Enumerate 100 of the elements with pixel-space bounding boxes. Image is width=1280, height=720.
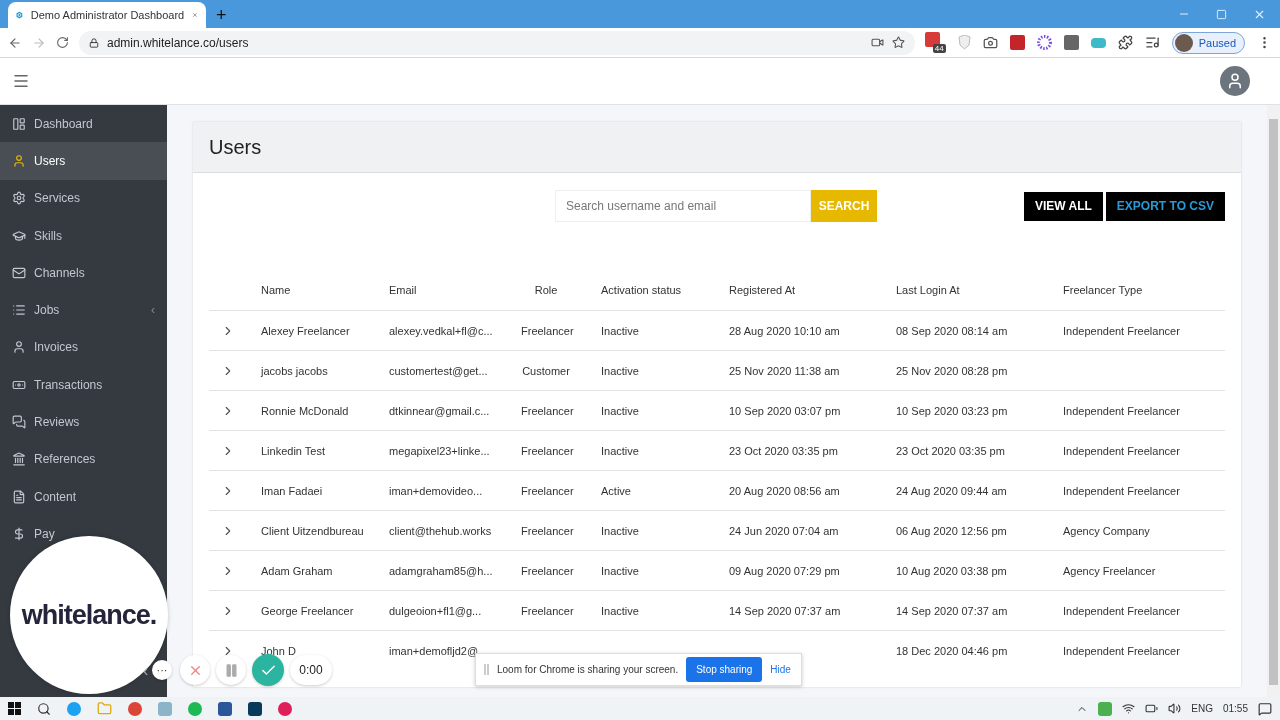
table-cell: 24 Aug 2020 09:44 am — [896, 484, 1007, 497]
taskbar-app-icon[interactable] — [218, 701, 232, 716]
puzzle-icon[interactable] — [1117, 35, 1133, 50]
column-header: Email — [389, 284, 417, 296]
table-cell: Freelancer — [521, 604, 574, 617]
table-cell: 08 Sep 2020 08:14 am — [896, 324, 1008, 337]
table-cell: Agency Company — [1063, 524, 1150, 537]
sidebar-item[interactable]: Users — [0, 142, 167, 180]
sidebar-item[interactable]: References — [0, 440, 167, 478]
table-cell: customertest@get... — [389, 364, 488, 377]
search-field[interactable]: Search username and email — [555, 190, 811, 222]
table-cell: 23 Oct 2020 03:35 pm — [729, 444, 838, 457]
table-cell: Alexey Freelancer — [261, 324, 350, 337]
table-cell: client@thehub.works — [389, 524, 492, 537]
table-cell: 06 Aug 2020 12:56 pm — [896, 524, 1007, 537]
stop-sharing-button[interactable]: Stop sharing — [686, 657, 763, 682]
table-cell: jacobs jacobs — [261, 364, 328, 377]
table-cell: adamgraham85@h... — [389, 564, 493, 577]
browser-icon[interactable] — [128, 701, 142, 716]
drag-handle-icon[interactable] — [484, 664, 489, 675]
table-cell: 14 Sep 2020 07:37 am — [896, 604, 1008, 617]
column-header: Name — [261, 284, 291, 296]
browser-tab[interactable]: Demo Administrator Dashboard — [8, 2, 206, 28]
table-cell: Customer — [522, 364, 570, 377]
table-cell: 10 Sep 2020 03:07 pm — [729, 404, 841, 417]
lock-icon — [89, 37, 99, 48]
pause-icon — [223, 662, 239, 678]
volume-icon[interactable] — [1168, 702, 1182, 715]
sidebar-item-icon — [12, 340, 26, 355]
battery-icon[interactable] — [1145, 702, 1159, 715]
windows-start-icon[interactable] — [8, 702, 21, 715]
table-cell: dtkinnear@gmail.c... — [389, 404, 490, 417]
table-cell: Freelancer — [521, 324, 574, 337]
reload-icon[interactable] — [56, 36, 69, 49]
sidebar-item[interactable]: Invoices — [0, 328, 167, 367]
sidebar-item[interactable]: Transactions — [0, 366, 167, 404]
table-cell: Independent Freelancer — [1063, 444, 1180, 457]
sidebar-item-icon — [12, 153, 26, 168]
sidebar-item[interactable]: Channels — [0, 254, 167, 292]
profile-button[interactable]: Paused — [1171, 31, 1245, 54]
export-csv-button[interactable]: EXPORT TO CSV — [1105, 191, 1225, 221]
caret-icon: ‹ — [151, 303, 155, 318]
table-cell: 09 Aug 2020 07:29 pm — [729, 564, 840, 577]
table-cell: Ronnie McDonald — [261, 404, 349, 417]
column-header: Activation status — [601, 284, 682, 296]
scrollbar[interactable] — [1267, 105, 1280, 697]
sidebar-item[interactable]: Reviews — [0, 403, 167, 441]
back-icon[interactable] — [8, 35, 22, 50]
menu-icon[interactable] — [12, 72, 30, 90]
sidebar-item[interactable]: Skills — [0, 216, 167, 255]
table-cell: 14 Sep 2020 07:37 am — [729, 604, 841, 617]
logo: whitelance. — [21, 599, 157, 631]
new-tab-button[interactable]: + — [216, 2, 227, 28]
sidebar-item-icon — [12, 116, 26, 131]
view-all-button[interactable]: VIEW ALL — [1023, 191, 1103, 221]
search-icon[interactable] — [37, 701, 51, 716]
bookmark-star-icon[interactable] — [891, 36, 905, 49]
camera-icon[interactable] — [982, 35, 998, 50]
scrollbar-thumb[interactable] — [1269, 119, 1278, 685]
user-avatar-icon[interactable] — [1220, 66, 1250, 96]
sidebar-item-icon — [12, 303, 26, 318]
clock[interactable]: 01:55 — [1222, 703, 1248, 714]
starburst-icon[interactable] — [1036, 35, 1052, 50]
column-header: Last Login At — [896, 284, 960, 296]
sidebar-item-icon — [12, 489, 26, 504]
collapse-icon[interactable]: ‹ — [143, 662, 149, 680]
table-cell: Independent Freelancer — [1063, 604, 1180, 617]
sidebar-item-icon — [12, 526, 26, 541]
table-cell: Inactive — [601, 524, 639, 537]
table-cell: Adam Graham — [261, 564, 333, 577]
address-bar[interactable]: admin.whitelance.co/users — [79, 30, 915, 55]
table-cell: George Freelancer — [261, 604, 354, 617]
sidebar-item[interactable]: Content — [0, 477, 167, 516]
sidebar-item-icon — [12, 191, 26, 206]
table-cell: 28 Aug 2020 10:10 am — [729, 324, 840, 337]
language-indicator[interactable]: ENG — [1191, 703, 1213, 714]
sidebar-item[interactable]: Services — [0, 179, 167, 217]
table-cell: alexey.vedkal+fl@c... — [389, 324, 493, 337]
count-badge: 44 — [932, 44, 946, 53]
extension-icon[interactable] — [1009, 35, 1025, 50]
sidebar-item[interactable]: Jobs ‹ — [0, 291, 167, 329]
column-header: Role — [534, 284, 558, 296]
camera-icon[interactable] — [870, 36, 884, 49]
table-cell: Client Uitzendbureau — [261, 524, 364, 537]
sidebar-item-icon — [12, 265, 26, 280]
wifi-icon[interactable] — [1122, 702, 1136, 715]
sidebar-item[interactable]: Dashboard — [0, 105, 167, 143]
sidebar-item-icon — [12, 228, 26, 243]
avatar-icon — [1174, 33, 1193, 52]
sidebar-item-icon — [12, 452, 26, 467]
sharing-message: Loom for Chrome is sharing your screen. — [497, 664, 679, 675]
table-cell: 18 Dec 2020 04:46 pm — [896, 644, 1008, 657]
taskbar-app-icon[interactable] — [248, 701, 262, 716]
hide-link[interactable]: Hide — [770, 664, 791, 675]
table-cell: Iman Fadaei — [261, 484, 323, 497]
table-cell: Agency Freelancer — [1063, 564, 1156, 577]
table-cell: Inactive — [601, 404, 639, 417]
notifications-icon[interactable] — [1258, 701, 1272, 716]
extension-icon[interactable] — [1063, 35, 1079, 50]
media-queue-icon[interactable] — [1144, 35, 1160, 50]
